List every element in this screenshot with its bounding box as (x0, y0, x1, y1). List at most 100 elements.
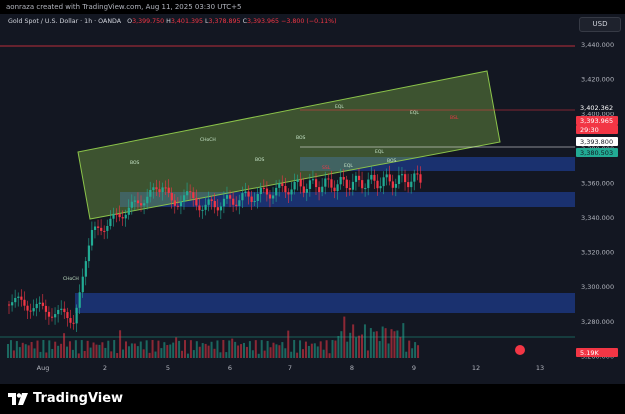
candle (361, 180, 364, 189)
volume-bar (213, 348, 216, 358)
volume-bar (107, 340, 110, 358)
candle (29, 310, 32, 312)
candle (20, 296, 23, 300)
price-chart[interactable]: 3,440.0003,420.0003,400.0003,380.0003,36… (0, 14, 625, 384)
volume-bar (86, 340, 89, 358)
volume-bar (142, 349, 145, 358)
volume-bar (340, 331, 343, 358)
candle (311, 179, 315, 181)
candle (250, 196, 253, 202)
candle (198, 205, 201, 211)
candle (66, 312, 69, 319)
candle (281, 183, 284, 187)
structure-annotation: BOS (296, 135, 306, 141)
volume-bar (198, 346, 201, 358)
volume-bar (33, 348, 36, 358)
earnings-marker-icon[interactable] (515, 345, 525, 355)
structure-annotation: BSL (450, 115, 459, 121)
candle (124, 214, 127, 219)
volume-bar (80, 340, 83, 358)
volume-bar (98, 344, 101, 358)
volume-bar (119, 330, 122, 358)
price-tick-label: 3,340.000 (581, 214, 614, 222)
volume-bar (304, 341, 307, 358)
volume-bar (405, 351, 408, 358)
candle (385, 174, 388, 178)
volume-bar (18, 347, 21, 358)
volume-bar (122, 349, 125, 358)
volume-bar (48, 340, 51, 358)
volume-bar (71, 349, 74, 358)
volume-bar (313, 343, 316, 358)
volume-bar (325, 340, 328, 358)
price-tick-label: 3,300.000 (581, 283, 614, 291)
candle (339, 176, 342, 185)
candle (50, 316, 54, 318)
structure-annotation: BOS (255, 157, 265, 163)
price-label: 29:30 (580, 126, 599, 134)
candle (354, 175, 358, 182)
volume-bar (322, 349, 325, 358)
candle (78, 292, 81, 308)
volume-bar (154, 351, 157, 358)
volume-bar (151, 340, 154, 358)
volume-bar (278, 345, 281, 358)
volume-bar (263, 350, 266, 358)
candle (275, 187, 278, 196)
volume-bar (417, 345, 420, 358)
volume-bar (243, 342, 245, 358)
time-tick-label: 8 (350, 364, 354, 372)
candle (136, 200, 140, 204)
volume-bar (381, 326, 384, 358)
volume-bar (30, 341, 33, 358)
volume-bar (133, 343, 136, 358)
volume-bar (181, 350, 184, 358)
candle (315, 179, 318, 188)
candle (106, 225, 109, 231)
candle (155, 187, 158, 190)
candle (140, 203, 143, 206)
tradingview-brand[interactable]: TradingView (8, 391, 123, 406)
candle (195, 198, 198, 206)
volume-bar (195, 341, 198, 358)
volume-bar (166, 345, 169, 358)
volume-bar (411, 348, 414, 358)
volume-bar (399, 337, 402, 358)
volume-bar (260, 340, 263, 358)
candle (149, 190, 152, 197)
volume-bar (372, 331, 375, 358)
volume-bar (343, 316, 346, 358)
volume-bar (12, 350, 15, 358)
candle (158, 189, 161, 193)
candle (351, 181, 355, 190)
candle (219, 206, 223, 211)
candle (333, 187, 336, 192)
candle (103, 230, 106, 232)
volume-bar (113, 340, 116, 358)
volume-bar (352, 324, 355, 358)
volume-bar (349, 332, 352, 358)
candle (391, 181, 394, 188)
candle (213, 201, 216, 208)
volume-bar (245, 346, 248, 358)
volume-bar (266, 340, 269, 358)
candle (364, 188, 367, 190)
volume-bar (130, 343, 133, 358)
volume-bar (204, 343, 207, 358)
candle (170, 192, 173, 201)
candle (72, 322, 75, 324)
candle (225, 195, 229, 199)
volume-bar (290, 351, 293, 358)
volume-bar (390, 329, 393, 358)
volume-bar (189, 340, 192, 358)
volume-bar (136, 346, 139, 358)
volume-bar (275, 344, 278, 358)
candle (17, 296, 20, 298)
volume-bar (237, 345, 240, 358)
volume-bar (251, 350, 254, 358)
time-tick-label: 5 (166, 364, 170, 372)
price-tick-label: 3,420.000 (581, 76, 614, 84)
volume-bar (192, 350, 195, 358)
time-tick-label: 12 (472, 364, 480, 372)
candle (278, 183, 281, 188)
